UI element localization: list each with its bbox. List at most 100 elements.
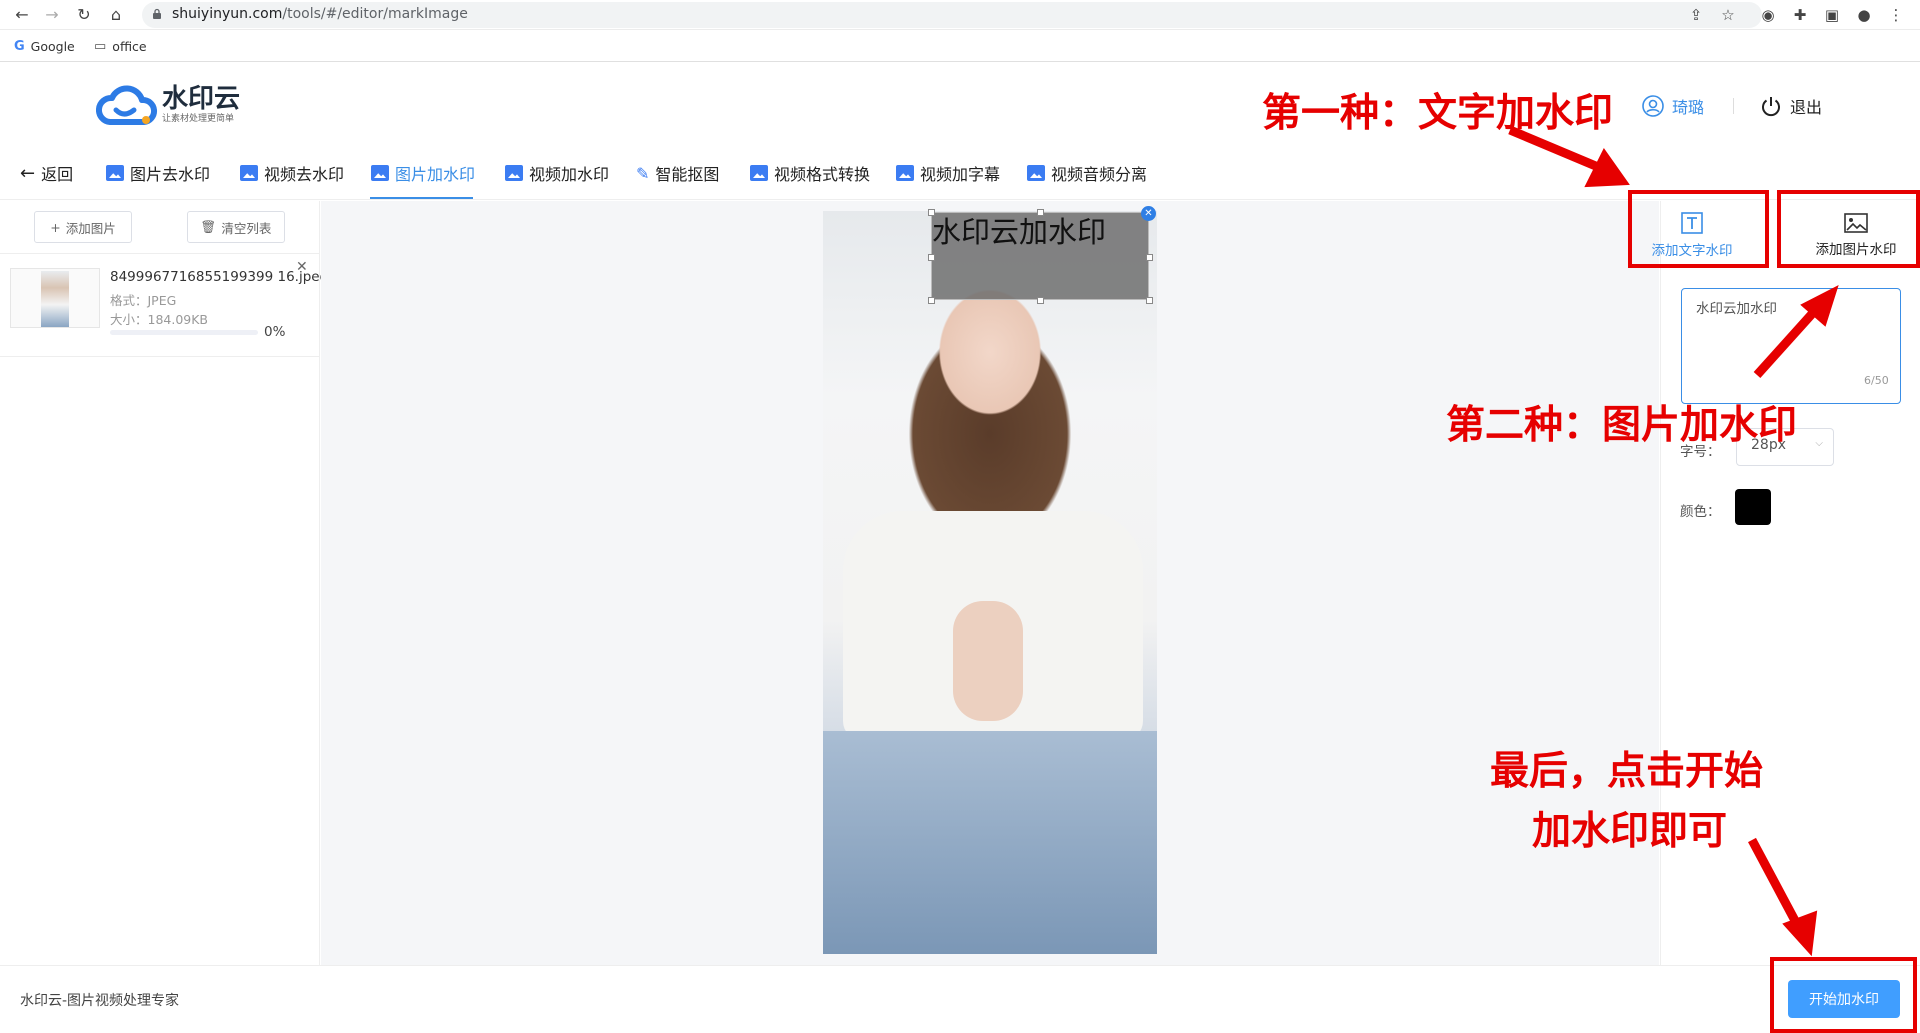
home-icon[interactable]: ⌂ — [106, 5, 126, 25]
resize-handle[interactable] — [928, 254, 935, 261]
tab-label: 视频音频分离 — [1051, 165, 1148, 184]
bookmarks-bar: G Google ▭ office — [0, 34, 1920, 62]
clear-list-button[interactable]: 🗑 清空列表 — [187, 211, 285, 243]
arrow-left-icon: ← — [20, 162, 36, 184]
watermark-text[interactable]: 水印云加水印 — [932, 213, 1106, 251]
logo-tagline: 让素材处理更简单 — [162, 114, 235, 124]
logo-name: 水印云 — [162, 84, 241, 114]
char-count: 6/50 — [1864, 374, 1889, 387]
footer — [0, 965, 1920, 1033]
app-header — [0, 64, 1920, 146]
annotation-first-method: 第一种：文字加水印 — [1262, 91, 1614, 136]
tab-label: 图片加水印 — [395, 165, 476, 184]
video-icon — [1027, 165, 1045, 181]
tab-image-add-watermark[interactable]: 图片加水印 — [371, 158, 475, 188]
resize-handle[interactable] — [1146, 254, 1153, 261]
tab-label: 视频格式转换 — [774, 165, 871, 184]
annotation-final-step-line2: 加水印即可 — [1532, 809, 1728, 854]
sidebar-icon[interactable]: ▣ — [1822, 5, 1842, 25]
bookmark-google[interactable]: G Google — [14, 39, 75, 54]
logo-text-group: 水印云 让素材处理更简单 — [162, 86, 240, 124]
annotation-second-method: 第二种：图片加水印 — [1446, 403, 1798, 448]
logout-button[interactable]: 退出 — [1760, 94, 1822, 118]
tab-smart-cutout[interactable]: ✎ 智能抠图 — [636, 158, 719, 188]
user-menu[interactable]: 琦璐 — [1642, 94, 1704, 118]
image-region — [823, 731, 1157, 954]
star-icon[interactable]: ☆ — [1718, 5, 1738, 25]
add-image-label: 添加图片 — [65, 220, 116, 236]
back-button[interactable]: ← 返回 — [20, 158, 73, 188]
file-thumbnail — [10, 268, 100, 328]
plus-icon: + — [50, 219, 61, 235]
image-icon — [371, 165, 389, 181]
file-size: 大小：184.09KB — [110, 312, 209, 327]
upload-progress-bar — [110, 330, 258, 335]
logout-label: 退出 — [1790, 98, 1823, 117]
tab-video-format-convert[interactable]: 视频格式转换 — [750, 158, 870, 188]
active-tab-indicator — [370, 197, 473, 199]
puzzle-icon[interactable]: ✚ — [1790, 5, 1810, 25]
highlight-add-text-watermark — [1628, 190, 1769, 268]
tab-label: 视频加水印 — [529, 165, 610, 184]
resize-handle[interactable] — [1037, 297, 1044, 304]
thumbnail-image — [41, 271, 69, 327]
delete-watermark-icon[interactable]: ✕ — [1141, 206, 1156, 221]
extension-circle-icon[interactable]: ◉ — [1758, 5, 1778, 25]
browser-toolbar: ← → ↻ ⌂ shuiyinyun.com/tools/#/editor/ma… — [0, 0, 1920, 30]
tab-video-add-watermark[interactable]: 视频加水印 — [505, 158, 609, 188]
preview-image — [823, 211, 1157, 954]
lock-icon — [153, 8, 161, 19]
resize-handle[interactable] — [1037, 209, 1044, 216]
user-icon — [1642, 95, 1664, 117]
tab-video-subtitles[interactable]: 视频加字幕 — [896, 158, 1000, 188]
footer-brand-text: 水印云-图片视频处理专家 — [20, 993, 180, 1009]
trash-icon: 🗑 — [200, 219, 217, 234]
power-icon — [1762, 97, 1780, 117]
bookmark-label: office — [112, 39, 147, 54]
video-icon — [240, 165, 258, 181]
resize-handle[interactable] — [928, 209, 935, 216]
file-format: 格式：JPEG — [110, 293, 177, 308]
back-arrow-icon[interactable]: ← — [12, 5, 32, 25]
header-divider — [1733, 98, 1734, 114]
chevron-down-icon: ⌵ — [1815, 438, 1823, 449]
folder-icon: ▭ — [94, 39, 107, 54]
color-label: 颜色： — [1680, 504, 1721, 520]
annotation-final-step-line1: 最后，点击开始 — [1490, 749, 1764, 794]
url-path: /tools/#/editor/markImage — [282, 6, 468, 22]
profile-icon[interactable]: ● — [1854, 5, 1874, 25]
image-region — [953, 601, 1023, 721]
tab-video-remove-watermark[interactable]: 视频去水印 — [240, 158, 344, 188]
remove-file-icon[interactable]: ✕ — [296, 259, 308, 275]
url-host: shuiyinyun.com — [172, 6, 283, 22]
user-name: 琦璐 — [1672, 98, 1705, 117]
upload-progress-text: 0% — [264, 324, 286, 340]
url-text: shuiyinyun.com/tools/#/editor/markImage — [172, 6, 468, 22]
tab-label: 视频加字幕 — [920, 165, 1001, 184]
tab-video-audio-split[interactable]: 视频音频分离 — [1027, 158, 1147, 188]
menu-dots-icon[interactable]: ⋮ — [1886, 5, 1906, 25]
image-icon — [106, 165, 124, 181]
tab-image-remove-watermark[interactable]: 图片去水印 — [106, 158, 210, 188]
file-mp4-icon — [750, 165, 768, 181]
video-icon — [505, 165, 523, 181]
clear-list-label: 清空列表 — [221, 220, 272, 236]
tab-label: 视频去水印 — [264, 165, 345, 184]
resize-handle[interactable] — [928, 297, 935, 304]
bookmark-label: Google — [30, 39, 75, 54]
tab-label: 图片去水印 — [130, 165, 211, 184]
highlight-start-button — [1770, 957, 1917, 1033]
forward-arrow-icon[interactable]: → — [42, 5, 62, 25]
highlight-add-image-watermark — [1777, 190, 1920, 268]
logo[interactable]: 水印云 让素材处理更简单 — [96, 82, 240, 128]
tab-label: 智能抠图 — [655, 165, 720, 184]
resize-handle[interactable] — [1146, 297, 1153, 304]
share-icon[interactable]: ⇪ — [1686, 5, 1706, 25]
add-image-button[interactable]: + 添加图片 — [34, 211, 132, 243]
bookmark-office[interactable]: ▭ office — [94, 39, 147, 54]
color-picker[interactable] — [1735, 489, 1771, 525]
video-icon — [896, 165, 914, 181]
cloud-logo-icon — [96, 85, 158, 125]
reload-icon[interactable]: ↻ — [74, 5, 94, 25]
magic-wand-icon: ✎ — [636, 163, 650, 183]
